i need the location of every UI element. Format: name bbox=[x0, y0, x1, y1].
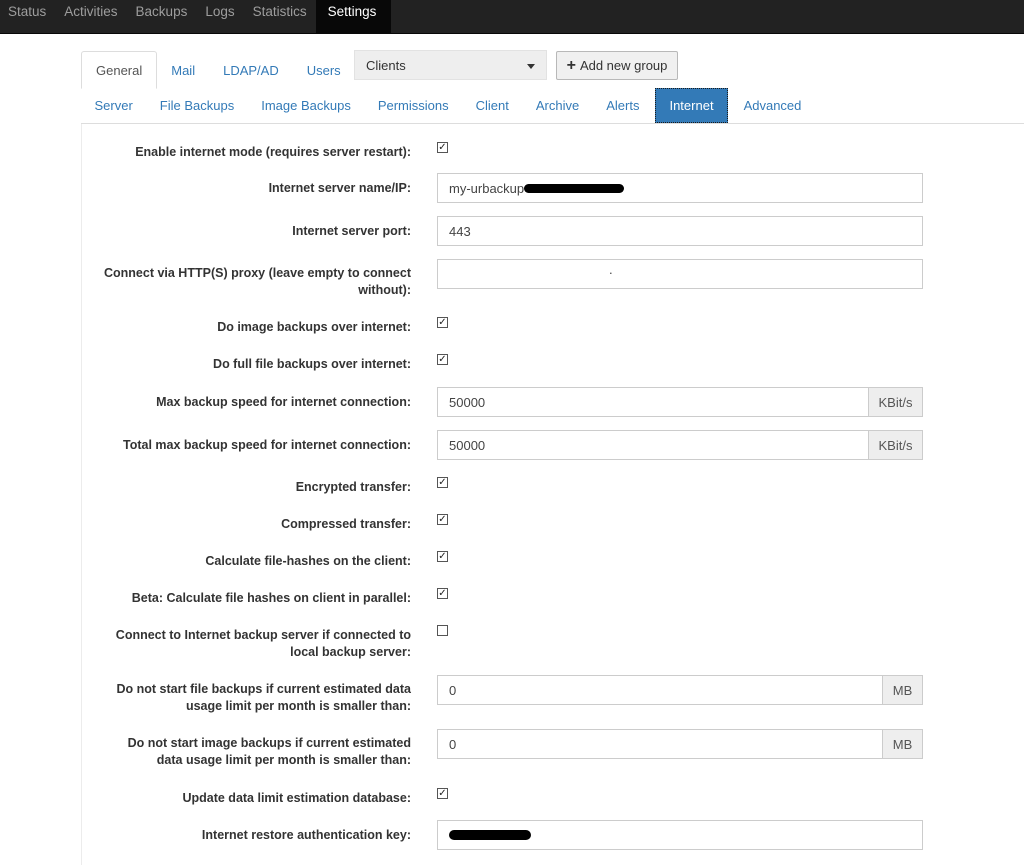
full-file-internet-label: Do full file backups over internet: bbox=[213, 357, 411, 371]
check-icon: ✓ bbox=[438, 787, 447, 799]
hashes-client-label: Calculate file-hashes on the client: bbox=[205, 554, 411, 568]
check-icon: ✓ bbox=[438, 587, 447, 599]
hashes-client-checkbox[interactable]: ✓ bbox=[437, 551, 448, 562]
nav-backups[interactable]: Backups bbox=[127, 0, 197, 33]
restore-key-label: Internet restore authentication key: bbox=[201, 828, 411, 842]
tab-users[interactable]: Users bbox=[293, 51, 355, 89]
sub-tabs: Server File Backups Image Backups Permis… bbox=[81, 88, 1024, 124]
server-name-input[interactable]: my-urbackup bbox=[437, 173, 923, 203]
proxy-label: Connect via HTTP(S) proxy (leave empty t… bbox=[82, 265, 411, 299]
check-icon: ✓ bbox=[438, 513, 447, 525]
encrypted-checkbox[interactable]: ✓ bbox=[437, 477, 448, 488]
settings-panel: General Mail LDAP/AD Users Clients + Add… bbox=[81, 50, 1024, 865]
check-icon: ✓ bbox=[438, 316, 447, 328]
encrypted-label: Encrypted transfer: bbox=[295, 480, 411, 494]
restore-key-input[interactable] bbox=[437, 820, 923, 850]
tab-general[interactable]: General bbox=[81, 51, 158, 89]
nav-statistics[interactable]: Statistics bbox=[244, 0, 316, 33]
file-limit-unit: MB bbox=[882, 675, 923, 705]
total-max-speed-unit: KBit/s bbox=[868, 430, 923, 460]
subtab-image-backups[interactable]: Image Backups bbox=[248, 88, 365, 123]
max-speed-label: Max backup speed for internet connection… bbox=[156, 395, 411, 409]
image-limit-line2: data usage limit per month is smaller th… bbox=[156, 753, 411, 767]
plus-icon: + bbox=[566, 56, 576, 74]
clients-select-value: Clients bbox=[366, 57, 406, 73]
proxy-label-line1: Connect via HTTP(S) proxy (leave empty t… bbox=[103, 266, 411, 280]
update-db-label: Update data limit estimation database: bbox=[182, 791, 411, 805]
chevron-down-icon bbox=[527, 64, 535, 69]
file-limit-line1: Do not start file backups if current est… bbox=[116, 682, 411, 696]
file-limit-label: Do not start file backups if current est… bbox=[82, 681, 411, 715]
redacted-mark bbox=[524, 183, 625, 193]
connect-if-local-line2: local backup server: bbox=[290, 645, 411, 659]
add-new-group-button[interactable]: + Add new group bbox=[556, 51, 678, 80]
compressed-label: Compressed transfer: bbox=[281, 517, 411, 531]
total-max-speed-label: Total max backup speed for internet conn… bbox=[122, 438, 411, 452]
image-limit-input[interactable]: 0 bbox=[437, 729, 883, 759]
max-speed-input[interactable]: 50000 bbox=[437, 387, 869, 417]
check-icon: ✓ bbox=[438, 550, 447, 562]
max-speed-unit: KBit/s bbox=[868, 387, 923, 417]
hashes-parallel-label: Beta: Calculate file hashes on client in… bbox=[131, 591, 411, 605]
subtab-alerts[interactable]: Alerts bbox=[593, 88, 653, 123]
image-limit-line1: Do not start image backups if current es… bbox=[127, 736, 411, 750]
image-internet-checkbox[interactable]: ✓ bbox=[437, 317, 448, 328]
enable-internet-label: Enable internet mode (requires server re… bbox=[135, 145, 411, 159]
update-db-checkbox[interactable]: ✓ bbox=[437, 788, 448, 799]
clients-select[interactable]: Clients bbox=[354, 50, 547, 80]
subtab-server[interactable]: Server bbox=[81, 88, 146, 123]
nav-status[interactable]: Status bbox=[0, 0, 55, 33]
tab-mail[interactable]: Mail bbox=[157, 51, 209, 89]
subtab-file-backups[interactable]: File Backups bbox=[146, 88, 247, 123]
subtab-archive[interactable]: Archive bbox=[522, 88, 592, 123]
hashes-parallel-checkbox[interactable]: ✓ bbox=[437, 588, 448, 599]
server-name-value: my-urbackup bbox=[449, 180, 525, 196]
internet-settings-form: Enable internet mode (requires server re… bbox=[81, 124, 1024, 865]
full-file-internet-checkbox[interactable]: ✓ bbox=[437, 354, 448, 365]
tab-ldap-ad[interactable]: LDAP/AD bbox=[209, 51, 293, 89]
subtab-client[interactable]: Client bbox=[462, 88, 522, 123]
enable-internet-checkbox[interactable]: ✓ bbox=[437, 142, 448, 153]
connect-if-local-line1: Connect to Internet backup server if con… bbox=[115, 628, 411, 642]
nav-logs[interactable]: Logs bbox=[196, 0, 243, 33]
add-new-group-label: Add new group bbox=[579, 58, 668, 73]
connect-if-local-checkbox[interactable] bbox=[437, 625, 448, 636]
top-tabs: General Mail LDAP/AD Users bbox=[81, 51, 1024, 89]
top-navbar: Status Activities Backups Logs Statistic… bbox=[0, 0, 1024, 34]
file-limit-input[interactable]: 0 bbox=[437, 675, 883, 705]
connect-if-local-label: Connect to Internet backup server if con… bbox=[82, 627, 411, 661]
redacted-mark bbox=[449, 830, 531, 840]
nav-activities[interactable]: Activities bbox=[55, 0, 126, 33]
check-icon: ✓ bbox=[438, 141, 447, 153]
total-max-speed-input[interactable]: 50000 bbox=[437, 430, 869, 460]
subtab-internet[interactable]: Internet bbox=[654, 88, 729, 123]
proxy-input[interactable]: . bbox=[437, 259, 923, 289]
image-internet-label: Do image backups over internet: bbox=[217, 320, 411, 334]
server-name-label: Internet server name/IP: bbox=[268, 181, 411, 195]
subtab-permissions[interactable]: Permissions bbox=[364, 88, 462, 123]
image-limit-unit: MB bbox=[882, 729, 923, 759]
compressed-checkbox[interactable]: ✓ bbox=[437, 514, 448, 525]
file-limit-line2: usage limit per month is smaller than: bbox=[185, 699, 411, 713]
proxy-label-line2: without): bbox=[358, 283, 411, 297]
server-port-label: Internet server port: bbox=[292, 224, 411, 238]
nav-settings[interactable]: Settings bbox=[315, 0, 392, 33]
subtab-advanced[interactable]: Advanced bbox=[730, 88, 815, 123]
image-limit-label: Do not start image backups if current es… bbox=[82, 735, 411, 769]
check-icon: ✓ bbox=[438, 476, 447, 488]
check-icon: ✓ bbox=[438, 353, 447, 365]
server-port-input[interactable]: 443 bbox=[437, 216, 923, 246]
